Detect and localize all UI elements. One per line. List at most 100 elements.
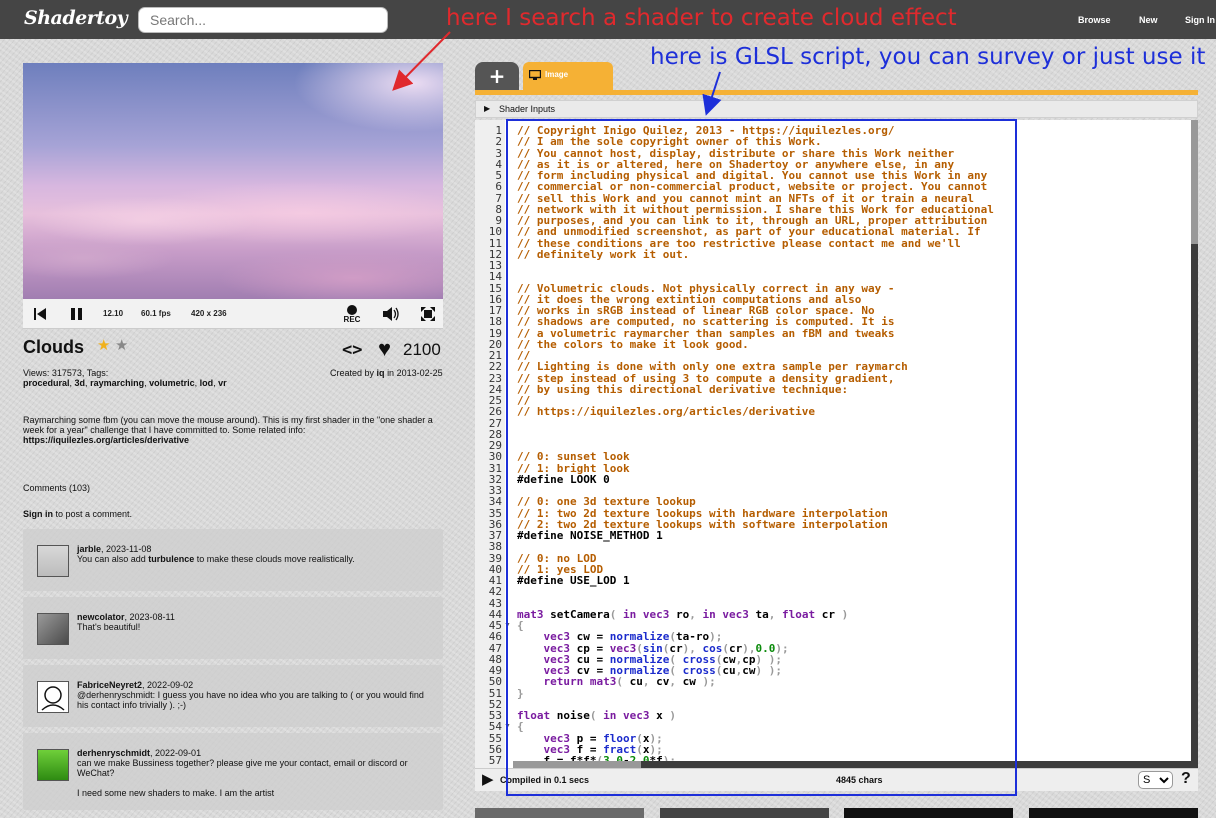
compile-play-icon[interactable]: ▶	[482, 771, 494, 788]
code-line: #define NOISE_METHOD 1	[517, 530, 663, 541]
related-shader-thumbnail[interactable]	[844, 808, 1013, 818]
favorite-star-icon[interactable]: ★	[97, 336, 110, 354]
comment-user[interactable]: newcolator	[77, 612, 125, 622]
code-token: cu	[722, 664, 736, 677]
comment-user[interactable]: derhenryschmidt	[77, 748, 150, 758]
help-icon[interactable]: ?	[1181, 770, 1191, 788]
tag-link[interactable]: 3d	[75, 378, 86, 388]
tag-link[interactable]: raymarching	[90, 378, 144, 388]
code-token: cw	[742, 664, 756, 677]
rewind-icon[interactable]	[33, 306, 47, 322]
related-shader-thumbnail[interactable]	[1029, 808, 1198, 818]
shader-inputs-toggle[interactable]: ▶ Shader Inputs	[475, 100, 1198, 118]
avatar[interactable]	[37, 749, 69, 781]
line-number: 26	[488, 405, 502, 419]
sign-in-link[interactable]: Sign In	[1185, 15, 1215, 25]
code-token: ) );	[755, 664, 782, 677]
font-size-select[interactable]: S	[1138, 771, 1173, 789]
comment-text: You can also add	[77, 554, 149, 564]
record-button[interactable]: REC	[341, 303, 363, 325]
editor-horizontal-scroll-thumb[interactable]	[513, 761, 641, 768]
tab-image-label: Image	[545, 70, 569, 79]
related-shader-thumbnail[interactable]	[475, 808, 644, 818]
line-number: 15	[488, 281, 502, 295]
comment-bold-text: turbulence	[148, 554, 195, 564]
line-number: 54	[488, 720, 502, 734]
code-token: return	[543, 675, 584, 689]
related-shader-thumbnail[interactable]	[660, 808, 829, 818]
pause-icon[interactable]	[69, 306, 83, 322]
code-token: // definitely work it out.	[517, 247, 690, 261]
author-link[interactable]: iq	[377, 368, 385, 378]
code-editor[interactable]: 1 2 3 4 5 6 7 8 9 10 11 12 13 14 15 16 17 18 19 20 21 22 23 24 2…	[475, 120, 1198, 768]
tab-image[interactable]: Image	[523, 62, 613, 90]
avatar[interactable]	[37, 545, 69, 577]
line-number: 3	[495, 146, 502, 160]
embed-code-icon[interactable]: <>	[342, 340, 362, 360]
line-number: 7	[495, 191, 502, 205]
shader-preview-canvas[interactable]	[23, 63, 443, 299]
comment-user[interactable]: jarble	[77, 544, 101, 554]
line-number: 51	[488, 686, 502, 700]
comment-user[interactable]: FabriceNeyret2	[77, 680, 142, 690]
sign-in-comment-link[interactable]: Sign in	[23, 509, 53, 519]
tag-link[interactable]: volumetric	[149, 378, 195, 388]
code-line: float noise( in vec3 x )	[517, 710, 676, 721]
line-number: 2	[495, 135, 502, 149]
line-number: 46	[488, 630, 502, 644]
code-token: cv	[656, 675, 670, 689]
tag-link[interactable]: lod	[200, 378, 214, 388]
line-number: 43	[488, 596, 502, 610]
comment-text: I need some new shaders to make. I am th…	[77, 788, 275, 798]
annotation-search-note: here I search a shader to create cloud e…	[446, 5, 957, 31]
comment-date: , 2022-09-01	[150, 748, 202, 758]
resolution-display: 420 x 236	[191, 309, 227, 318]
code-token: in vec3	[702, 607, 749, 621]
created-by-prefix: Created by	[330, 368, 375, 378]
add-tab-button[interactable]: +	[475, 62, 519, 90]
fullscreen-icon[interactable]	[420, 306, 436, 322]
code-token: x	[649, 709, 670, 722]
record-label: REC	[343, 314, 361, 324]
code-token: (	[609, 607, 623, 621]
line-number: 55	[488, 731, 502, 745]
code-token: in vec3	[622, 607, 670, 621]
code-token: cu	[629, 675, 643, 689]
avatar[interactable]	[37, 681, 69, 713]
line-number: 30	[488, 450, 502, 464]
fold-arrow-icon[interactable]: ▼	[504, 622, 511, 629]
comment-item: newcolator, 2023-08-11 That's beautiful!	[23, 597, 443, 659]
code-token: (	[589, 709, 604, 722]
tag-link[interactable]: procedural	[23, 378, 70, 388]
tag-link[interactable]: vr	[218, 378, 227, 388]
comments-header: Comments (103)	[23, 483, 91, 493]
comment-body: jarble, 2023-11-08 You can also add turb…	[77, 544, 427, 564]
like-count: 2100	[403, 340, 441, 359]
code-token: ,	[642, 675, 657, 689]
comment-date: , 2023-11-08	[101, 544, 152, 554]
heart-icon[interactable]: ♥	[378, 336, 391, 362]
tag-list: procedural, 3d, raymarching, volumetric,…	[23, 378, 227, 388]
shader-description: Raymarching some fbm (you can move the m…	[23, 415, 439, 445]
code-token: // by using this directional derivative …	[517, 382, 849, 396]
code-token: )	[669, 709, 676, 722]
description-link[interactable]: https://iquilezles.org/articles/derivati…	[23, 435, 189, 445]
line-number: 14	[488, 270, 502, 284]
created-date: in 2013-02-25	[387, 368, 443, 378]
comment-body: newcolator, 2023-08-11 That's beautiful!	[77, 612, 427, 632]
code-token: #define LOOK 0	[517, 472, 610, 486]
search-input[interactable]	[138, 7, 388, 33]
new-link[interactable]: New	[1139, 15, 1158, 25]
shader-inputs-label: Shader Inputs	[499, 104, 556, 114]
code-token: ,	[768, 607, 782, 621]
editor-vertical-scroll-thumb[interactable]	[1191, 120, 1198, 244]
shadertoy-logo[interactable]: Shadertoy	[24, 7, 128, 29]
avatar[interactable]	[37, 613, 69, 645]
browse-link[interactable]: Browse	[1078, 15, 1111, 25]
comment-date: , 2023-08-11	[124, 612, 175, 622]
volume-icon[interactable]	[381, 306, 401, 322]
fold-arrow-icon[interactable]: ▼	[504, 723, 511, 730]
rating-star-icon[interactable]: ★	[115, 336, 128, 354]
comment-body: derhenryschmidt, 2022-09-01 can we make …	[77, 748, 427, 798]
line-number: 23	[488, 371, 502, 385]
